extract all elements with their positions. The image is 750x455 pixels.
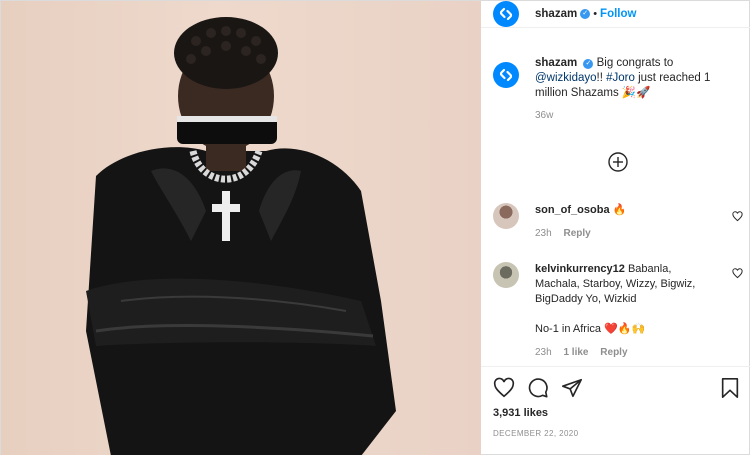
reply-button[interactable]: Reply (600, 347, 627, 358)
post-actions: 3,931 likes DECEMBER 22, 2020 (481, 366, 750, 455)
caption-text-start: Big congrats to (596, 57, 674, 69)
header-username[interactable]: shazam (535, 8, 577, 20)
comment-body: son_of_osoba 🔥 23h Reply (535, 203, 715, 241)
comment-time[interactable]: 23h (535, 228, 552, 239)
send-icon[interactable] (561, 377, 583, 399)
comment-body: kelvinkurrency12 Babanla, Machala, Starb… (535, 262, 715, 360)
caption-time[interactable]: 36w (535, 108, 735, 123)
caption-mention-link[interactable]: @wizkidayo (535, 72, 597, 84)
caption-hashtag-link[interactable]: #Joro (606, 72, 635, 84)
photo-illustration (86, 17, 396, 455)
instagram-post: shazam ✓ • Follow shazam ✓ Big congrats … (0, 0, 750, 455)
comment-text-line2: No-1 in Africa ❤️🔥🙌 (535, 323, 646, 335)
comment-item: kelvinkurrency12 Babanla, Machala, Starb… (493, 262, 743, 360)
post-date: DECEMBER 22, 2020 (493, 429, 579, 438)
post-caption: shazam ✓ Big congrats to @wizkidayo!! #J… (481, 56, 750, 123)
comment-like-icon[interactable] (732, 211, 743, 222)
heart-icon[interactable] (493, 377, 515, 399)
likes-count[interactable]: 3,931 likes (493, 407, 548, 419)
commenter-avatar[interactable] (493, 262, 519, 288)
comment-item: son_of_osoba 🔥 23h Reply (493, 203, 743, 241)
commenter-avatar[interactable] (493, 203, 519, 229)
follow-button[interactable]: Follow (600, 8, 636, 20)
shazam-logo-icon (499, 68, 513, 82)
comment-meta: 23h Reply (535, 226, 715, 241)
bookmark-icon[interactable] (719, 377, 741, 399)
caption-avatar[interactable] (493, 62, 519, 88)
reply-button[interactable]: Reply (563, 228, 590, 239)
caption-text-mid: !! (596, 72, 607, 84)
plus-circle-icon (608, 152, 628, 172)
caption-body: shazam ✓ Big congrats to @wizkidayo!! #J… (535, 56, 735, 123)
separator-dot: • (593, 8, 598, 20)
load-more-comments-button[interactable] (608, 152, 628, 175)
comment-likes[interactable]: 1 like (563, 347, 588, 358)
caption-username[interactable]: shazam (535, 57, 577, 69)
action-icons (493, 377, 595, 399)
comment-text: 🔥 (612, 204, 627, 216)
comments-section: shazam ✓ Big congrats to @wizkidayo!! #J… (481, 56, 750, 358)
shazam-logo-icon[interactable] (493, 1, 519, 27)
post-sidebar: shazam ✓ • Follow shazam ✓ Big congrats … (481, 1, 750, 455)
verified-badge-icon: ✓ (580, 9, 591, 19)
comment-like-icon[interactable] (732, 268, 743, 279)
comment-time[interactable]: 23h (535, 347, 552, 358)
post-photo[interactable] (1, 1, 481, 455)
comment-username[interactable]: kelvinkurrency12 (535, 263, 625, 275)
post-header: shazam ✓ • Follow (481, 1, 750, 28)
comment-icon[interactable] (527, 377, 549, 399)
comment-meta: 23h 1 like Reply (535, 345, 715, 360)
verified-badge-icon: ✓ (583, 59, 594, 69)
comment-username[interactable]: son_of_osoba (535, 204, 610, 216)
